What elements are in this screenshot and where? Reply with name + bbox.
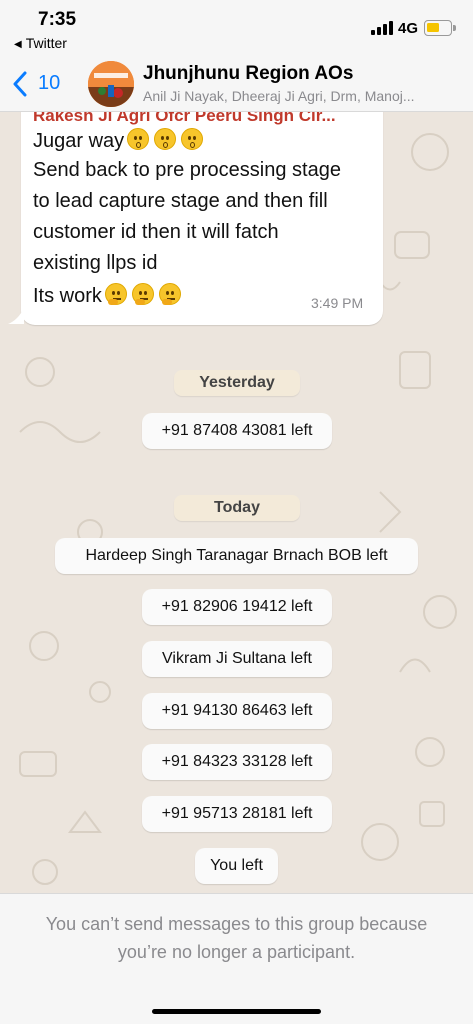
message-line: customer id then it will fatch: [33, 221, 279, 243]
message-line: Its work: [33, 283, 181, 308]
hushed-face-emoji: [154, 128, 177, 150]
home-indicator[interactable]: [152, 1009, 321, 1014]
thinking-face-emoji: [104, 283, 127, 305]
group-title[interactable]: Jhunjhunu Region AOs: [143, 63, 353, 85]
notice-line: you’re no longer a participant.: [117, 942, 356, 962]
chat-header: 10 Jhunjhunu Region AOs Anil Ji Nayak, D…: [0, 56, 473, 112]
system-message: Hardeep Singh Taranagar Brnach BOB left: [55, 538, 418, 574]
message-line: to lead capture stage and then fill: [33, 190, 328, 212]
thinking-face-emoji: [131, 283, 154, 305]
system-message: Vikram Ji Sultana left: [142, 641, 332, 677]
unread-count: 10: [38, 72, 61, 94]
battery-icon: [424, 20, 456, 36]
message-line: Jugar way: [33, 128, 204, 153]
thinking-face-emoji: [158, 283, 181, 305]
notice-line: You can’t send messages to this group be…: [45, 914, 428, 934]
system-message: +91 87408 43081 left: [142, 413, 332, 449]
system-message: +91 84323 33128 left: [142, 744, 332, 780]
system-message: +91 82906 19412 left: [142, 589, 332, 625]
chat-area[interactable]: Rakesh Ji Agri Ofcr Peeru Singh Cir... J…: [0, 112, 473, 893]
back-button[interactable]: 10: [8, 66, 70, 102]
clock: 7:35: [38, 9, 77, 30]
cellular-signal-icon: [371, 21, 393, 35]
message-timestamp: 3:49 PM: [311, 295, 364, 311]
date-separator-yesterday: Yesterday: [174, 370, 300, 396]
group-members-subtitle[interactable]: Anil Ji Nayak, Dheeraj Ji Agri, Drm, Man…: [143, 88, 455, 104]
system-message: You left: [195, 848, 278, 884]
message-text: Jugar way: [33, 130, 125, 152]
sender-name[interactable]: Rakesh Ji Agri Ofcr Peeru Singh Cir...: [33, 112, 373, 126]
chevron-left-icon: [13, 71, 27, 97]
bubble-tail: [8, 308, 24, 324]
back-app-label: Twitter: [25, 35, 67, 51]
date-separator-today: Today: [174, 495, 300, 521]
not-participant-notice: You can’t send messages to this group be…: [20, 910, 453, 966]
message-line: Send back to pre processing stage: [33, 159, 341, 181]
network-type: 4G: [398, 20, 419, 37]
hushed-face-emoji: [127, 128, 150, 150]
back-triangle-icon: ◀: [14, 39, 22, 50]
group-avatar[interactable]: [88, 61, 134, 107]
message-text: Its work: [33, 285, 102, 307]
message-line: existing llps id: [33, 252, 158, 274]
system-message: +91 95713 28181 left: [142, 796, 332, 832]
status-bar: 7:35 ◀ Twitter 4G: [0, 0, 473, 56]
system-message: +91 94130 86463 left: [142, 693, 332, 729]
composer-disabled-footer: You can’t send messages to this group be…: [0, 893, 473, 1024]
hushed-face-emoji: [181, 128, 204, 150]
back-to-app-link[interactable]: ◀ Twitter: [14, 35, 67, 51]
message-bubble[interactable]: Rakesh Ji Agri Ofcr Peeru Singh Cir... J…: [21, 112, 383, 325]
